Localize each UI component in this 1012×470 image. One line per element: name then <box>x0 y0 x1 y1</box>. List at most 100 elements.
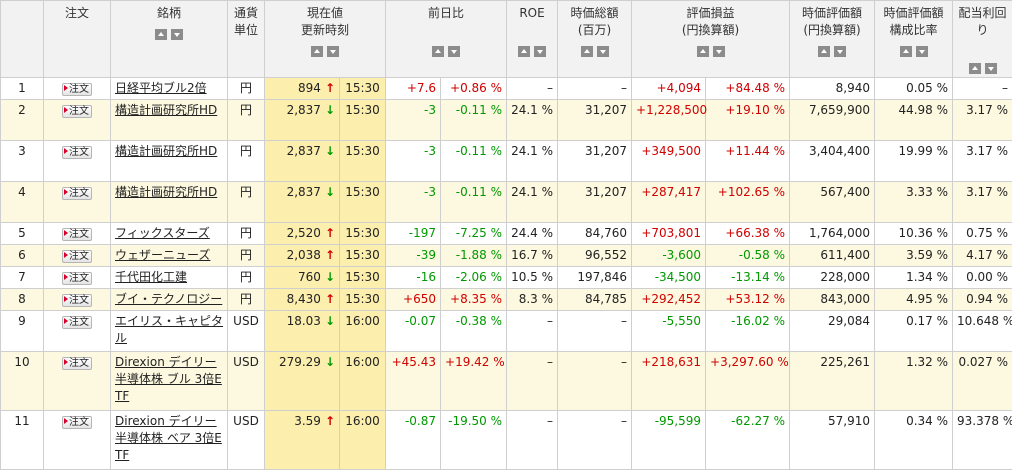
sort-asc-icon[interactable] <box>432 46 444 57</box>
sort-desc-icon[interactable] <box>534 46 546 57</box>
profit-loss-value: +4,094 <box>632 78 706 100</box>
play-triangle-icon <box>64 230 68 236</box>
profit-loss-value: +349,500 <box>632 141 706 182</box>
sort-asc-icon[interactable] <box>900 46 912 57</box>
order-button[interactable]: 注文 <box>62 228 92 241</box>
order-button[interactable]: 注文 <box>62 105 92 118</box>
valuation-value: 611,400 <box>790 245 875 267</box>
header-roe: ROE <box>507 1 558 78</box>
price-cell: 2,837↓ <box>265 100 340 141</box>
order-button[interactable]: 注文 <box>62 272 92 285</box>
security-name-link[interactable]: 日経平均ブル2倍 <box>115 81 207 95</box>
sort-asc-icon[interactable] <box>311 46 323 57</box>
order-button[interactable]: 注文 <box>62 416 92 429</box>
header-price-label-1: 現在値 <box>267 5 383 22</box>
day-change: +45.43 <box>386 352 441 411</box>
sort-desc-icon[interactable] <box>171 29 183 40</box>
play-triangle-icon <box>64 148 68 154</box>
profit-loss-percent: +84.48 % <box>706 78 790 100</box>
header-price-label-2: 更新時刻 <box>267 22 383 39</box>
order-button[interactable]: 注文 <box>62 146 92 159</box>
security-name-link[interactable]: 構造計画研究所HD <box>115 103 217 117</box>
currency-cell: 円 <box>228 223 265 245</box>
order-button[interactable]: 注文 <box>62 357 92 370</box>
roe-value: 24.1 % <box>507 182 558 223</box>
sort-desc-icon[interactable] <box>327 46 339 57</box>
header-currency-label-2: 単位 <box>230 22 262 39</box>
profit-loss-percent: +53.12 % <box>706 289 790 311</box>
play-triangle-icon <box>64 252 68 258</box>
sort-desc-icon[interactable] <box>834 46 846 57</box>
row-number: 8 <box>1 289 44 311</box>
valuation-value: 3,404,400 <box>790 141 875 182</box>
sort-desc-icon[interactable] <box>597 46 609 57</box>
header-name-label: 銘柄 <box>113 5 225 22</box>
table-row: 9注文エイリス・キャピタルUSD18.03↓16:00-0.07-0.38 %–… <box>1 311 1012 352</box>
roe-value: 8.3 % <box>507 289 558 311</box>
sort-desc-icon[interactable] <box>916 46 928 57</box>
arrow-down-icon: ↓ <box>325 355 335 369</box>
order-button[interactable]: 注文 <box>62 187 92 200</box>
order-button[interactable]: 注文 <box>62 294 92 307</box>
current-price: 2,837 <box>287 103 321 117</box>
order-cell: 注文 <box>44 78 111 100</box>
header-currency-label-1: 通貨 <box>230 5 262 22</box>
dividend-yield: 4.17 % <box>953 245 1012 267</box>
composition-ratio: 4.95 % <box>875 289 953 311</box>
sort-asc-icon[interactable] <box>697 46 709 57</box>
security-name-cell: 構造計画研究所HD <box>111 100 228 141</box>
order-cell: 注文 <box>44 289 111 311</box>
header-order-label: 注文 <box>46 5 108 22</box>
order-button[interactable]: 注文 <box>62 316 92 329</box>
update-time: 16:00 <box>340 311 386 352</box>
sort-asc-icon[interactable] <box>969 63 981 74</box>
valuation-value: 1,764,000 <box>790 223 875 245</box>
security-name-link[interactable]: 構造計画研究所HD <box>115 185 217 199</box>
order-button-label: 注文 <box>69 417 89 428</box>
security-name-link[interactable]: Direxion デイリー半導体株 ブル 3倍ETF <box>115 355 222 403</box>
composition-ratio: 19.99 % <box>875 141 953 182</box>
currency-cell: 円 <box>228 245 265 267</box>
table-row: 8注文ブイ・テクノロジー円8,430↑15:30+650+8.35 %8.3 %… <box>1 289 1012 311</box>
row-number: 3 <box>1 141 44 182</box>
security-name-link[interactable]: 千代田化工建 <box>115 270 187 284</box>
profit-loss-value: +703,801 <box>632 223 706 245</box>
dividend-yield: 3.17 % <box>953 100 1012 141</box>
sort-desc-icon[interactable] <box>985 63 997 74</box>
table-row: 10注文Direxion デイリー半導体株 ブル 3倍ETFUSD279.29↓… <box>1 352 1012 411</box>
market-cap-value: 197,846 <box>558 267 632 289</box>
sort-asc-icon[interactable] <box>518 46 530 57</box>
dividend-yield: 3.17 % <box>953 141 1012 182</box>
price-cell: 760↓ <box>265 267 340 289</box>
header-cap-label-1: 時価総額 <box>560 5 629 22</box>
dividend-yield: 0.94 % <box>953 289 1012 311</box>
current-price: 8,430 <box>287 292 321 306</box>
order-button-label: 注文 <box>69 229 89 240</box>
sort-asc-icon[interactable] <box>581 46 593 57</box>
day-change: -16 <box>386 267 441 289</box>
security-name-link[interactable]: 構造計画研究所HD <box>115 144 217 158</box>
profit-loss-value: +218,631 <box>632 352 706 411</box>
profit-loss-percent: +3,297.60 % <box>706 352 790 411</box>
header-val-label-2: (円換算額) <box>792 22 872 39</box>
security-name-link[interactable]: ウェザーニューズ <box>115 248 210 262</box>
sort-asc-icon[interactable] <box>818 46 830 57</box>
arrow-down-icon: ↓ <box>325 314 335 328</box>
sort-asc-icon[interactable] <box>155 29 167 40</box>
order-button[interactable]: 注文 <box>62 83 92 96</box>
day-change-percent: +0.86 % <box>441 78 507 100</box>
day-change-percent: -0.11 % <box>441 182 507 223</box>
security-name-link[interactable]: エイリス・キャピタル <box>115 314 223 345</box>
play-triangle-icon <box>64 107 68 113</box>
security-name-link[interactable]: Direxion デイリー半導体株 ベア 3倍ETF <box>115 414 222 462</box>
roe-value: – <box>507 352 558 411</box>
security-name-link[interactable]: フィックスターズ <box>115 226 210 240</box>
sort-desc-icon[interactable] <box>448 46 460 57</box>
table-row: 4注文構造計画研究所HD円2,837↓15:30-3-0.11 %24.1 %3… <box>1 182 1012 223</box>
order-button[interactable]: 注文 <box>62 250 92 263</box>
valuation-value: 567,400 <box>790 182 875 223</box>
composition-ratio: 1.34 % <box>875 267 953 289</box>
security-name-link[interactable]: ブイ・テクノロジー <box>115 292 222 306</box>
sort-desc-icon[interactable] <box>713 46 725 57</box>
order-cell: 注文 <box>44 352 111 411</box>
